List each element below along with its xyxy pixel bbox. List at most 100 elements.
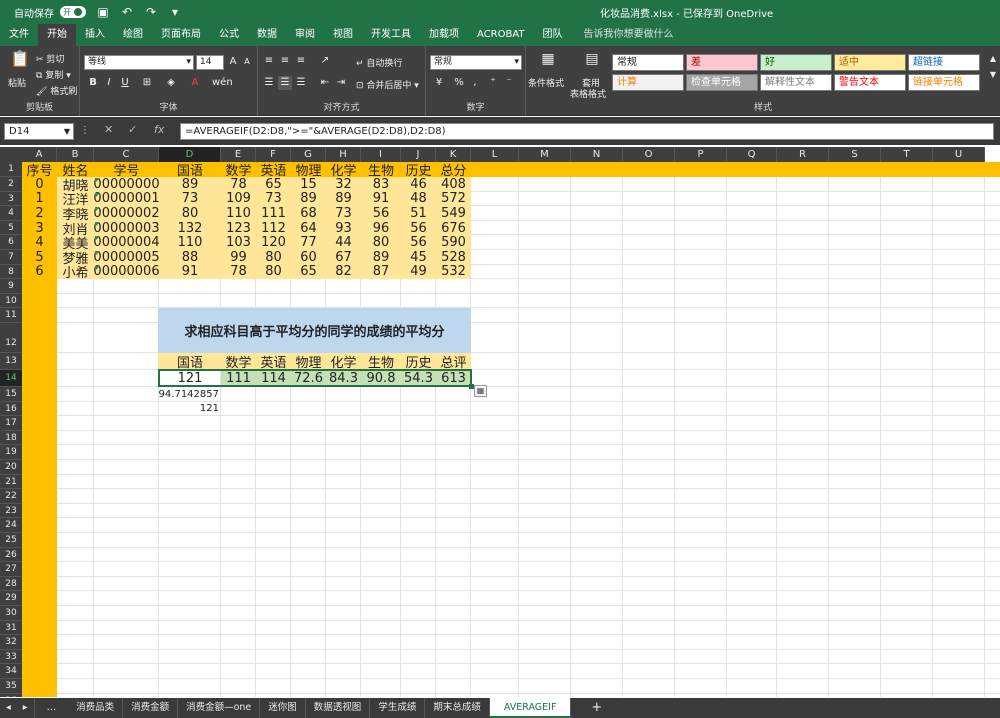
data-cell-B8[interactable]: 小希 bbox=[57, 265, 94, 281]
quick-analysis-icon[interactable]: ▦ bbox=[474, 385, 487, 397]
data-cell-E6[interactable]: 103 bbox=[221, 235, 256, 250]
grow-font-button[interactable]: A bbox=[226, 55, 240, 69]
data-cell-G3[interactable]: 89 bbox=[291, 191, 326, 206]
note-cell-D15[interactable]: 94.7142857 bbox=[159, 387, 221, 402]
data-cell-D4[interactable]: 80 bbox=[159, 206, 221, 221]
orientation-icon[interactable]: ↗ bbox=[318, 54, 332, 68]
data-cell-D6[interactable]: 110 bbox=[159, 235, 221, 250]
data-cell-H7[interactable]: 67 bbox=[326, 250, 361, 265]
data-cell-G7[interactable]: 60 bbox=[291, 250, 326, 265]
enter-icon[interactable]: ✓ bbox=[128, 123, 137, 136]
bold-button[interactable]: B bbox=[86, 76, 100, 90]
sheet-tab-2[interactable]: 消费金额—one bbox=[178, 698, 261, 718]
column-header-R[interactable]: R bbox=[777, 147, 829, 162]
paste-icon[interactable]: 📋 bbox=[10, 51, 30, 74]
header-cell-G[interactable]: 物理 bbox=[291, 162, 326, 179]
row-header-36[interactable]: 36 bbox=[0, 693, 22, 697]
row-header-6[interactable]: 6 bbox=[0, 235, 22, 250]
column-header-N[interactable]: N bbox=[571, 147, 623, 162]
row-header-18[interactable]: 18 bbox=[0, 430, 22, 446]
summary-header-F[interactable]: 英语 bbox=[256, 353, 291, 371]
row-header-28[interactable]: 28 bbox=[0, 576, 22, 592]
data-cell-J5[interactable]: 56 bbox=[401, 221, 436, 236]
row-header-33[interactable]: 33 bbox=[0, 649, 22, 665]
data-cell-H3[interactable]: 89 bbox=[326, 191, 361, 206]
data-cell-A3[interactable]: 1 bbox=[22, 191, 57, 206]
tell-me-box[interactable]: 告诉我你想要做什么 bbox=[584, 24, 674, 46]
row-header-31[interactable]: 31 bbox=[0, 620, 22, 636]
summary-header-G[interactable]: 物理 bbox=[291, 353, 326, 371]
column-header-L[interactable]: L bbox=[471, 147, 519, 162]
summary-header-I[interactable]: 生物 bbox=[361, 353, 401, 371]
data-cell-D5[interactable]: 132 bbox=[159, 221, 221, 236]
data-cell-K6[interactable]: 590 bbox=[436, 235, 471, 250]
sheet-tab-4[interactable]: 数据透视图 bbox=[306, 698, 371, 718]
cell-style-0[interactable]: 常规 bbox=[612, 54, 684, 71]
next-sheet-icon[interactable]: ▸ bbox=[17, 698, 35, 718]
customize-qa-icon[interactable]: ▾ bbox=[168, 5, 182, 19]
data-cell-G5[interactable]: 64 bbox=[291, 221, 326, 236]
header-cell-I[interactable]: 生物 bbox=[361, 162, 401, 179]
row-header-35[interactable]: 35 bbox=[0, 679, 22, 694]
row-header-5[interactable]: 5 bbox=[0, 220, 22, 236]
data-cell-K5[interactable]: 676 bbox=[436, 221, 471, 236]
data-cell-K7[interactable]: 528 bbox=[436, 250, 471, 265]
row-header-26[interactable]: 26 bbox=[0, 547, 22, 563]
data-cell-A4[interactable]: 2 bbox=[22, 206, 57, 221]
header-cell-C[interactable]: 学号 bbox=[94, 162, 159, 179]
data-cell-C7[interactable]: 00000005 bbox=[93, 250, 159, 265]
cut-button[interactable]: ✂ 剪切 bbox=[36, 52, 64, 65]
tab-3[interactable]: 绘图 bbox=[114, 24, 152, 46]
number-format-combo[interactable]: 常规 ▾ bbox=[430, 55, 522, 70]
row-header-16[interactable]: 16 bbox=[0, 401, 22, 417]
row-header-9[interactable]: 9 bbox=[0, 279, 22, 294]
header-cell-D[interactable]: 国语 bbox=[159, 162, 221, 179]
summary-title[interactable]: 求相应科目高于平均分的同学的成绩的平均分 bbox=[158, 308, 471, 353]
data-cell-K4[interactable]: 549 bbox=[436, 206, 471, 221]
phonetic-icon[interactable]: wén bbox=[212, 76, 233, 90]
data-cell-H4[interactable]: 73 bbox=[326, 206, 361, 221]
row-header-10[interactable]: 10 bbox=[0, 293, 22, 309]
row-header-8[interactable]: 8 bbox=[0, 264, 22, 280]
note-cell-D16[interactable]: 121 bbox=[159, 402, 221, 417]
row-header-20[interactable]: 20 bbox=[0, 460, 22, 475]
data-cell-E7[interactable]: 99 bbox=[221, 250, 256, 265]
data-cell-A8[interactable]: 6 bbox=[22, 264, 57, 279]
row-header-15[interactable]: 15 bbox=[0, 387, 22, 402]
cell-style-1[interactable]: 差 bbox=[686, 54, 758, 71]
data-cell-D3[interactable]: 73 bbox=[159, 191, 221, 206]
column-header-O[interactable]: O bbox=[623, 147, 675, 162]
formula-input[interactable]: =AVERAGEIF(D2:D8,">="&AVERAGE(D2:D8),D2:… bbox=[180, 123, 994, 140]
row-header-7[interactable]: 7 bbox=[0, 250, 22, 265]
border-icon[interactable]: ⊞ bbox=[140, 76, 154, 90]
data-cell-E3[interactable]: 109 bbox=[221, 191, 256, 206]
data-cell-J8[interactable]: 49 bbox=[401, 264, 436, 279]
summary-header-J[interactable]: 历史 bbox=[401, 353, 436, 371]
row-header-3[interactable]: 3 bbox=[0, 191, 22, 207]
decrease-decimal-icon[interactable]: ⁻ bbox=[502, 76, 516, 90]
align-left-icon[interactable]: ☰ bbox=[262, 76, 276, 90]
data-cell-H2[interactable]: 32 bbox=[326, 177, 361, 192]
sheet-tab-5[interactable]: 学生成绩 bbox=[370, 698, 426, 718]
tab-10[interactable]: 加载项 bbox=[420, 24, 468, 46]
data-cell-I5[interactable]: 96 bbox=[361, 221, 401, 236]
data-cell-D2[interactable]: 89 bbox=[159, 177, 221, 192]
cell-style-5[interactable]: 计算 bbox=[612, 74, 684, 91]
data-cell-J2[interactable]: 46 bbox=[401, 177, 436, 192]
row-header-4[interactable]: 4 bbox=[0, 206, 22, 221]
data-cell-I4[interactable]: 56 bbox=[361, 206, 401, 221]
format-as-table-icon[interactable]: ▤ bbox=[582, 52, 602, 72]
data-cell-F6[interactable]: 120 bbox=[256, 235, 291, 250]
decrease-indent-icon[interactable]: ⇤ bbox=[318, 76, 332, 90]
underline-button[interactable]: U bbox=[118, 76, 132, 90]
summary-header-D[interactable]: 国语 bbox=[159, 353, 221, 371]
conditional-format-button[interactable]: 条件格式 bbox=[528, 76, 564, 89]
column-header-T[interactable]: T bbox=[881, 147, 933, 162]
cancel-icon[interactable]: ✕ bbox=[104, 123, 113, 136]
row-header-32[interactable]: 32 bbox=[0, 635, 22, 650]
cell-style-2[interactable]: 好 bbox=[760, 54, 832, 71]
wrap-text-button[interactable]: ↵ 自动换行 bbox=[356, 56, 402, 69]
sheet-tab-1[interactable]: 消费金额 bbox=[123, 698, 179, 718]
column-header-U[interactable]: U bbox=[933, 147, 985, 162]
data-cell-E8[interactable]: 78 bbox=[221, 264, 256, 279]
